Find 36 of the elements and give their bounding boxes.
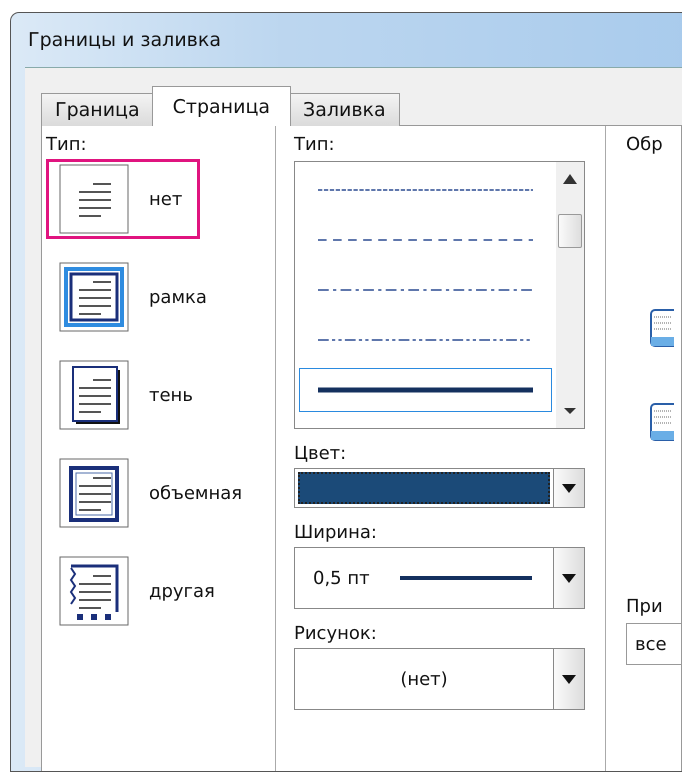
border-button-icon[interactable] bbox=[650, 309, 674, 347]
dropdown-arrow-icon bbox=[562, 574, 576, 582]
art-dropdown[interactable]: (нет) bbox=[294, 648, 585, 710]
setting-option[interactable]: нет bbox=[46, 159, 200, 239]
dropdown-arrow-icon bbox=[562, 674, 576, 684]
tab[interactable]: Страница bbox=[152, 86, 292, 126]
border-button-icon[interactable] bbox=[650, 403, 674, 441]
tab[interactable]: Заливка bbox=[289, 93, 400, 126]
dropdown-arrow-icon bbox=[562, 484, 576, 492]
page-setting-icon bbox=[59, 164, 129, 234]
apply-to-label: При bbox=[626, 596, 663, 617]
page-setting-icon bbox=[59, 556, 129, 626]
setting-option[interactable]: другая bbox=[46, 551, 221, 631]
scrollbar[interactable] bbox=[556, 162, 584, 428]
width-label: Ширина: bbox=[294, 522, 377, 543]
setting-option[interactable]: объемная bbox=[46, 453, 248, 533]
setting-option[interactable]: рамка bbox=[46, 257, 213, 337]
page-setting-icon bbox=[59, 458, 129, 528]
color-label: Цвет: bbox=[294, 443, 346, 464]
page-setting-icon bbox=[59, 262, 129, 332]
scroll-down-icon[interactable] bbox=[564, 408, 576, 416]
window-title: Границы и заливка bbox=[27, 28, 222, 53]
setting-label: Тип: bbox=[46, 134, 87, 155]
preview-label: Обр bbox=[626, 134, 663, 155]
scroll-thumb[interactable] bbox=[558, 214, 582, 248]
art-label: Рисунок: bbox=[294, 623, 377, 644]
line-style-list[interactable] bbox=[294, 161, 585, 429]
page-setting-icon bbox=[59, 360, 129, 430]
setting-option[interactable]: тень bbox=[46, 355, 200, 435]
apply-to-dropdown[interactable]: все bbox=[626, 623, 681, 665]
color-dropdown[interactable] bbox=[294, 468, 585, 508]
line-style-option[interactable] bbox=[299, 368, 552, 412]
style-label: Тип: bbox=[294, 134, 335, 155]
tab[interactable]: Граница bbox=[41, 93, 154, 126]
width-dropdown[interactable]: 0,5 пт bbox=[294, 547, 585, 609]
scroll-up-icon[interactable] bbox=[563, 174, 577, 184]
